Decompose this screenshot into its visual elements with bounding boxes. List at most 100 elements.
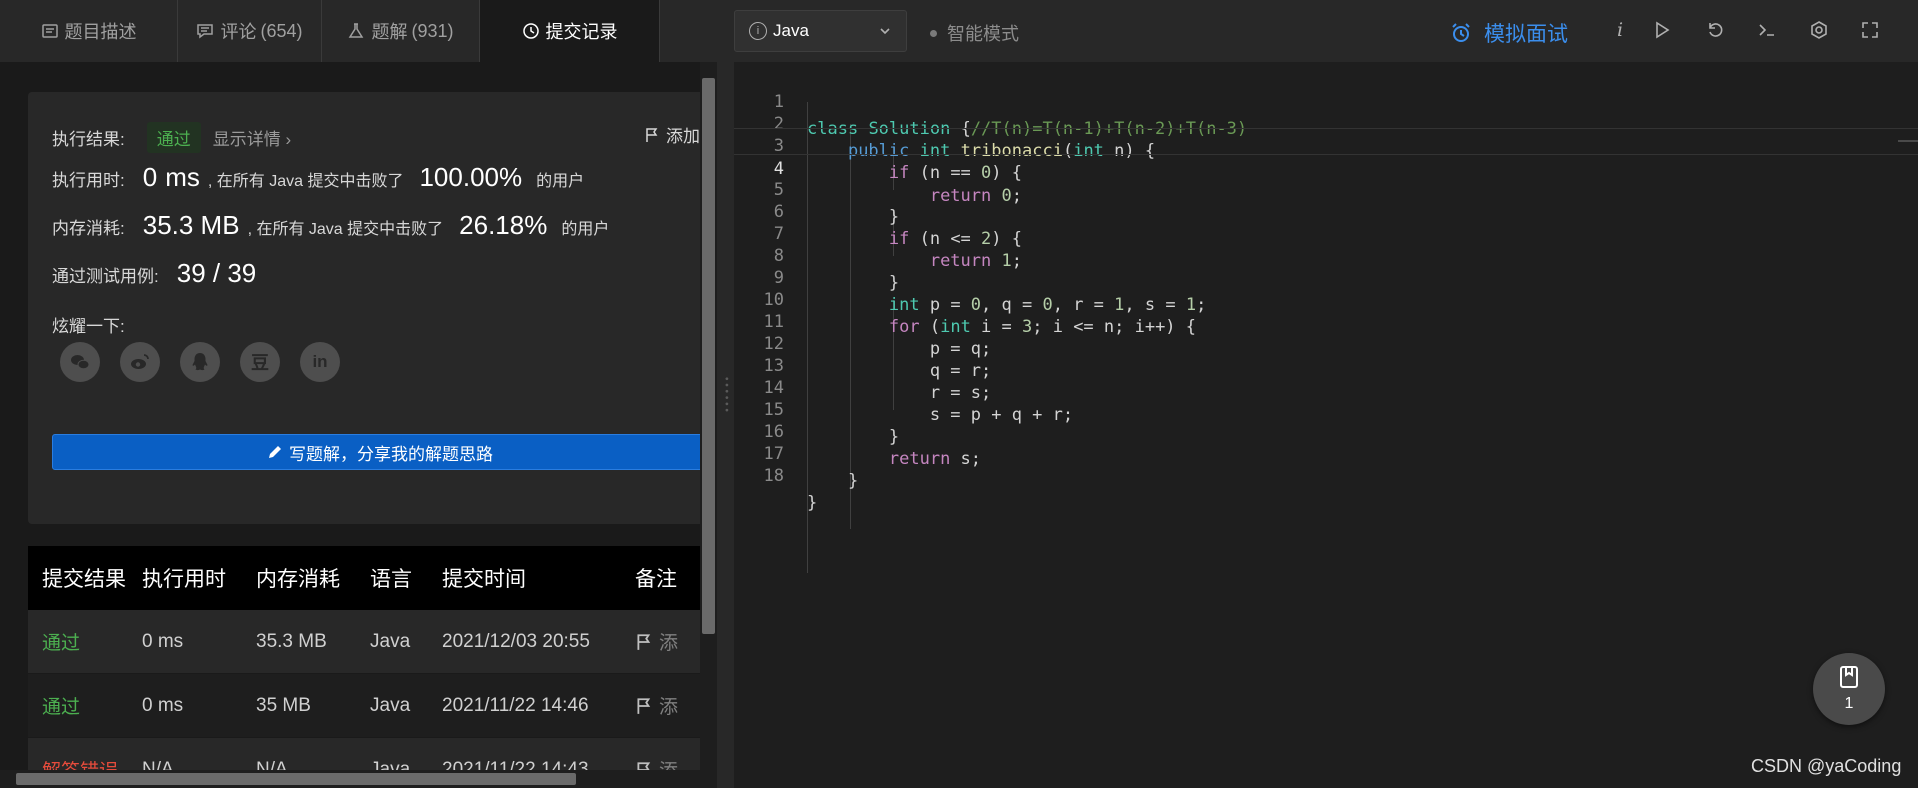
memory-percent: 26.18%: [459, 210, 548, 240]
editor-panel: i Java 智能模式 模拟面试 i 1 class Solution {//T…: [734, 0, 1918, 788]
tests-label: 通过测试用例:: [52, 267, 159, 286]
chevron-down-icon: [880, 28, 890, 35]
row-add-note[interactable]: 添: [635, 692, 708, 719]
weibo-icon[interactable]: [120, 342, 160, 382]
left-vertical-scrollbar[interactable]: [700, 62, 717, 788]
memory-row: 内存消耗: 35.3 MB , 在所有 Java 提交中击败了 26.18% 的…: [52, 210, 609, 241]
linkedin-icon[interactable]: in: [300, 342, 340, 382]
left-panel: 题目描述 评论 (654) 题解 (931) 提交记录 执行结果: 通过 显示详…: [0, 0, 717, 788]
header-language: 语言: [370, 568, 412, 591]
share-icons: 豆 in: [60, 342, 340, 382]
alarm-clock-icon: [1452, 23, 1470, 42]
header-runtime: 执行用时: [142, 568, 226, 591]
tests-row: 通过测试用例: 39 / 39: [52, 258, 256, 289]
tests-value: 39 / 39: [176, 258, 257, 288]
row-memory: 35.3 MB: [256, 630, 327, 652]
drag-handle-icon: • • • • • •: [720, 376, 732, 412]
tab-label: 评论: [220, 22, 257, 42]
language-value: Java: [773, 21, 809, 40]
status-badge: 通过: [146, 122, 201, 153]
result-card: 执行结果: 通过 显示详情 › 添加 执行用时: 0 ms , 在所有 Java…: [28, 92, 708, 524]
submissions-table: 提交结果 执行用时 内存消耗 语言 提交时间 备注 通过 0 ms 35.3 M…: [28, 546, 708, 788]
write-solution-button[interactable]: 写题解，分享我的解题思路: [52, 434, 708, 470]
qq-icon[interactable]: [180, 342, 220, 382]
douban-icon[interactable]: 豆: [240, 342, 280, 382]
flag-icon: [646, 127, 658, 142]
share-row: 炫耀一下:: [52, 312, 125, 337]
header-time: 提交时间: [442, 568, 526, 591]
runtime-suffix: 的用户: [536, 173, 585, 190]
share-label: 炫耀一下:: [52, 317, 125, 336]
left-horizontal-scrollbar[interactable]: [0, 770, 700, 788]
tab-submissions[interactable]: 提交记录: [480, 0, 660, 62]
row-status[interactable]: 通过: [28, 692, 142, 719]
editor-scroll-marker: [1898, 140, 1918, 142]
tab-label: 题解: [371, 22, 408, 42]
bookmark-fab[interactable]: 1: [1813, 653, 1885, 725]
row-add-note[interactable]: 添: [635, 628, 708, 655]
header-memory: 内存消耗: [256, 568, 340, 591]
panel-resize-handle[interactable]: • • • • • •: [717, 0, 734, 788]
console-icon[interactable]: [1755, 18, 1779, 42]
pencil-icon: [269, 446, 281, 458]
smart-mode-dot: [930, 29, 937, 37]
runtime-percent: 100.00%: [419, 162, 523, 192]
tab-comments[interactable]: 评论 (654): [178, 0, 322, 62]
settings-icon[interactable]: [1807, 18, 1831, 42]
table-row[interactable]: 通过 0 ms 35 MB Java 2021/11/22 14:46 添: [28, 674, 708, 738]
fullscreen-icon[interactable]: [1858, 18, 1882, 42]
runtime-label: 执行用时:: [52, 171, 125, 190]
add-note-button[interactable]: 添加: [644, 122, 700, 147]
memory-text: , 在所有 Java 提交中击败了: [247, 221, 444, 238]
language-select[interactable]: i Java: [734, 10, 907, 52]
fab-count: 1: [1844, 695, 1854, 712]
comment-icon: [196, 22, 214, 40]
flag-icon: [637, 633, 651, 650]
show-details-link[interactable]: 显示详情 ›: [213, 125, 291, 150]
add-note-label: 添加: [666, 127, 700, 146]
description-icon: [41, 22, 59, 40]
watermark: CSDN @yaCoding: [1751, 756, 1902, 776]
row-time: 2021/12/03 20:55: [442, 630, 590, 652]
row-language: Java: [370, 694, 411, 716]
tab-description[interactable]: 题目描述: [0, 0, 178, 62]
flag-icon: [637, 697, 651, 714]
status-row: 执行结果: 通过 显示详情 ›: [52, 122, 291, 153]
table-row[interactable]: 通过 0 ms 35.3 MB Java 2021/12/03 20:55 添: [28, 610, 708, 674]
scrollbar-thumb[interactable]: [16, 773, 576, 785]
tab-label: 提交记录: [545, 22, 618, 42]
clock-icon: [522, 22, 540, 40]
memory-label: 内存消耗:: [52, 219, 125, 238]
info-icon: i: [749, 22, 767, 40]
row-language: Java: [370, 630, 411, 652]
row-status[interactable]: 通过: [28, 628, 142, 655]
table-header: 提交结果 执行用时 内存消耗 语言 提交时间 备注: [28, 546, 708, 610]
runtime-unit: ms: [165, 162, 200, 192]
smart-mode-toggle[interactable]: 智能模式: [930, 20, 1019, 46]
memory-value: 35.3 MB: [142, 210, 240, 240]
write-solution-label: 写题解，分享我的解题思路: [289, 444, 493, 464]
status-label: 执行结果:: [52, 130, 125, 149]
run-icon[interactable]: [1650, 18, 1674, 42]
row-memory: 35 MB: [256, 694, 311, 716]
mock-interview-label: 模拟面试: [1484, 23, 1568, 46]
runtime-text: , 在所有 Java 提交中击败了: [207, 173, 404, 190]
reset-icon[interactable]: [1703, 18, 1727, 42]
scrollbar-thumb[interactable]: [702, 78, 715, 634]
runtime-row: 执行用时: 0 ms , 在所有 Java 提交中击败了 100.00% 的用户: [52, 162, 584, 193]
header-note: 备注: [635, 568, 677, 591]
tab-count: (654): [260, 20, 303, 41]
smart-mode-label: 智能模式: [947, 24, 1019, 44]
tab-solutions[interactable]: 题解 (931): [322, 0, 480, 62]
code-editor[interactable]: 1 class Solution {//T(n)=T(n-1)+T(n-2)+T…: [734, 62, 1918, 788]
runtime-value: 0: [142, 162, 158, 192]
tab-label: 题目描述: [64, 22, 137, 42]
mock-interview-button[interactable]: 模拟面试: [1450, 18, 1568, 48]
wechat-icon[interactable]: [60, 342, 100, 382]
notebook-icon: [1840, 666, 1858, 688]
row-runtime: 0 ms: [142, 694, 184, 716]
tab-bar: 题目描述 评论 (654) 题解 (931) 提交记录: [0, 0, 717, 62]
info-icon[interactable]: i: [1608, 18, 1632, 42]
tab-count: (931): [411, 20, 454, 41]
flask-icon: [347, 22, 365, 40]
